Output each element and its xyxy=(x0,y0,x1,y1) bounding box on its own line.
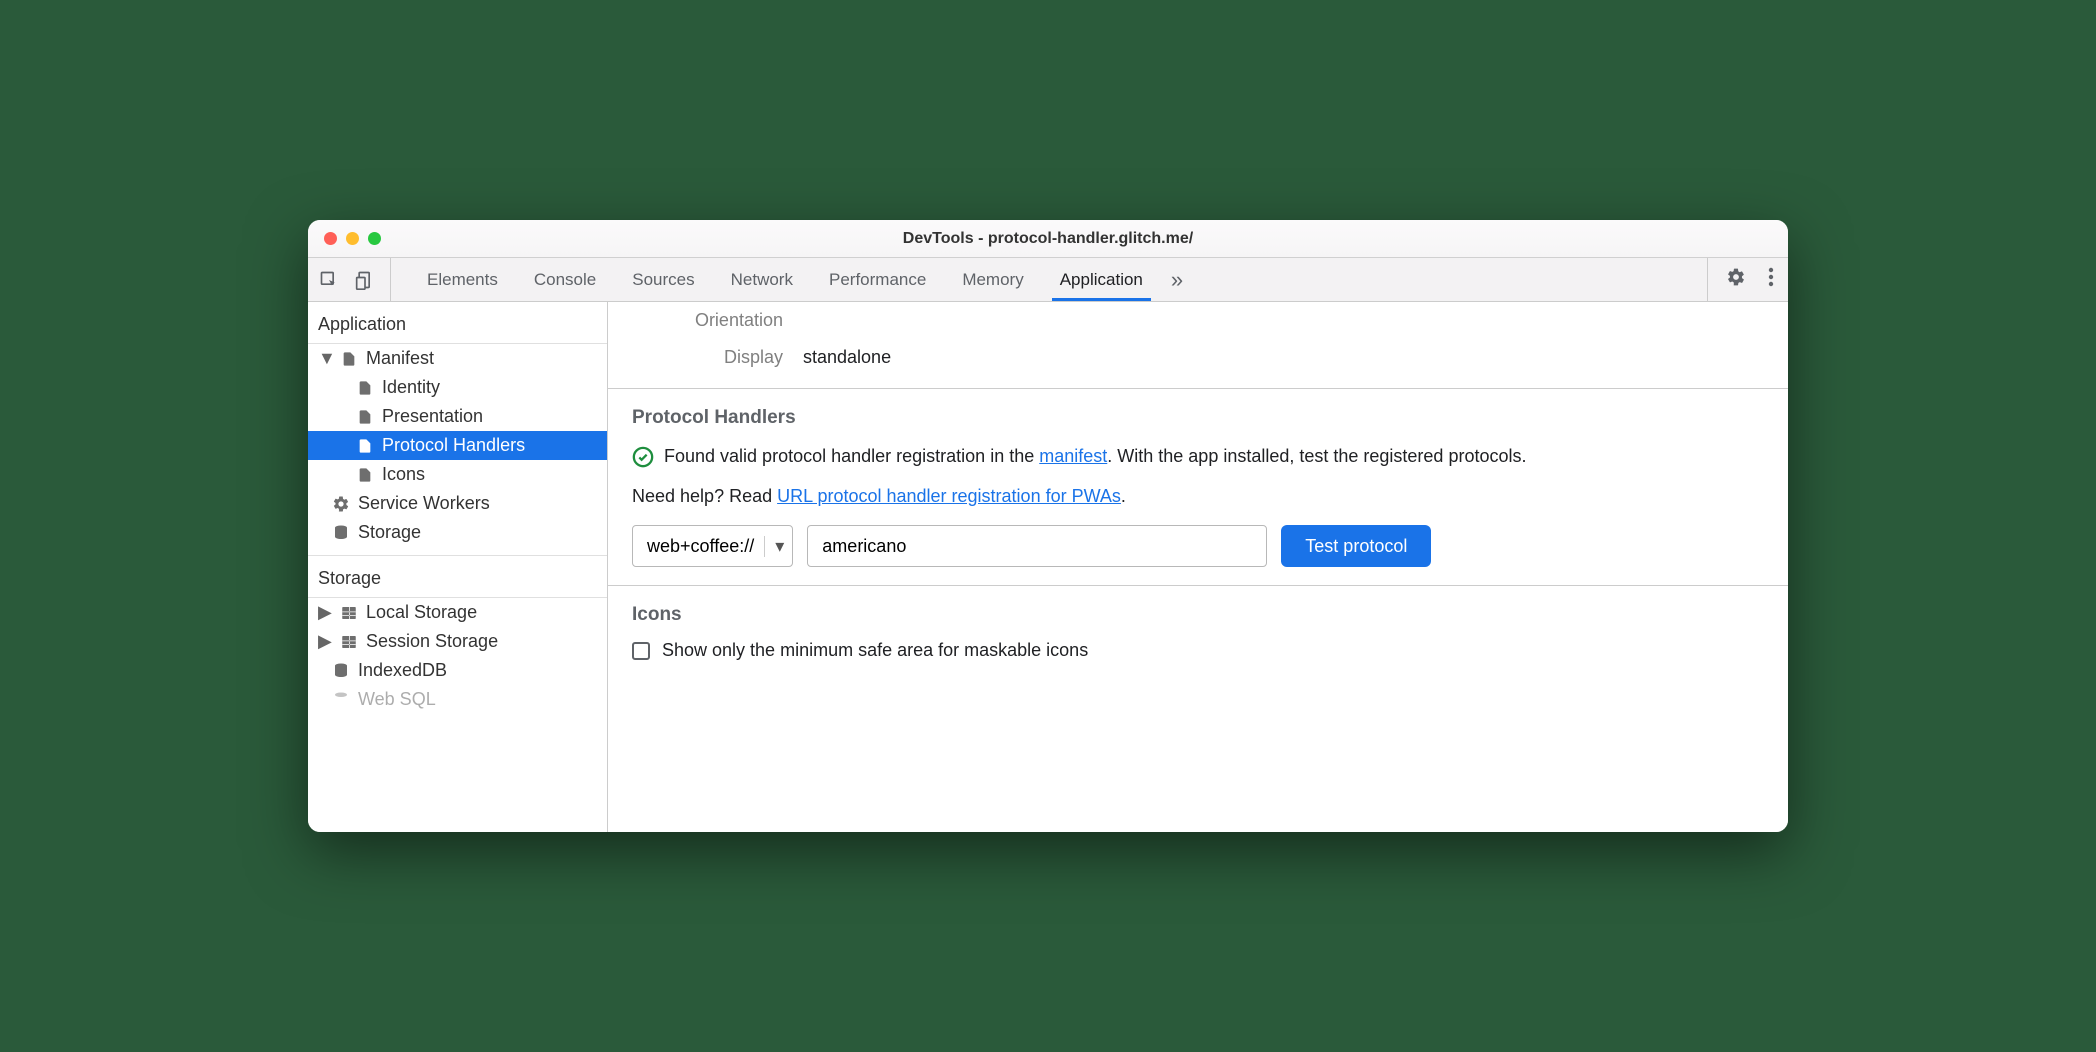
devtools-window: DevTools - protocol-handler.glitch.me/ E… xyxy=(308,220,1788,832)
traffic-lights xyxy=(308,232,381,245)
chevron-right-icon: ▶ xyxy=(318,636,330,648)
sidebar-item-local-storage[interactable]: ▶ Local Storage xyxy=(308,598,607,627)
sidebar-item-web-sql[interactable]: Web SQL xyxy=(308,685,607,714)
sidebar-section-application: Application xyxy=(308,302,607,344)
tab-network[interactable]: Network xyxy=(713,258,811,301)
sidebar-item-label: Service Workers xyxy=(358,493,490,514)
tab-console[interactable]: Console xyxy=(516,258,614,301)
chevron-right-icon: ▶ xyxy=(318,607,330,619)
protocol-path-input[interactable] xyxy=(807,525,1267,567)
main-panel: Orientation Display standalone Protocol … xyxy=(608,302,1788,832)
tabs-overflow-icon[interactable]: » xyxy=(1161,267,1193,293)
file-icon xyxy=(356,437,374,455)
window-title: DevTools - protocol-handler.glitch.me/ xyxy=(308,230,1788,248)
application-sidebar: Application ▼ Manifest Identity Presenta… xyxy=(308,302,608,832)
inspect-element-icon[interactable] xyxy=(318,269,340,291)
device-toolbar-icon[interactable] xyxy=(354,269,376,291)
table-icon xyxy=(340,604,358,622)
file-icon xyxy=(340,350,358,368)
dropdown-value: web+coffee:// xyxy=(647,536,754,557)
close-button[interactable] xyxy=(324,232,337,245)
sidebar-item-indexeddb[interactable]: IndexedDB xyxy=(308,656,607,685)
sidebar-item-label: Web SQL xyxy=(358,689,436,710)
sidebar-item-label: Storage xyxy=(358,522,421,543)
section-protocol-handlers: Protocol Handlers Found valid protocol h… xyxy=(608,388,1788,585)
check-circle-icon xyxy=(632,446,654,476)
sidebar-section-storage: Storage xyxy=(308,555,607,598)
help-text: Need help? Read URL protocol handler reg… xyxy=(632,486,1764,507)
tab-performance[interactable]: Performance xyxy=(811,258,944,301)
tab-elements[interactable]: Elements xyxy=(409,258,516,301)
sidebar-item-label: Protocol Handlers xyxy=(382,435,525,456)
maskable-checkbox-row[interactable]: Show only the minimum safe area for mask… xyxy=(632,640,1764,661)
sidebar-item-icons[interactable]: Icons xyxy=(308,460,607,489)
sidebar-item-identity[interactable]: Identity xyxy=(308,373,607,402)
devtools-toolbar: Elements Console Sources Network Perform… xyxy=(308,258,1788,302)
tab-application[interactable]: Application xyxy=(1042,258,1161,301)
sidebar-item-label: Presentation xyxy=(382,406,483,427)
sidebar-item-label: IndexedDB xyxy=(358,660,447,681)
sidebar-item-label: Icons xyxy=(382,464,425,485)
status-message: Found valid protocol handler registratio… xyxy=(632,443,1764,476)
sidebar-item-service-workers[interactable]: Service Workers xyxy=(308,489,607,518)
help-link[interactable]: URL protocol handler registration for PW… xyxy=(777,486,1121,506)
file-icon xyxy=(356,408,374,426)
sidebar-item-label: Identity xyxy=(382,377,440,398)
gear-icon xyxy=(332,495,350,513)
status-text: Found valid protocol handler registratio… xyxy=(664,443,1527,470)
field-display: Display standalone xyxy=(608,339,1788,388)
sidebar-item-manifest[interactable]: ▼ Manifest xyxy=(308,344,607,373)
chevron-down-icon: ▾ xyxy=(764,536,784,557)
database-icon xyxy=(332,662,350,680)
database-icon xyxy=(332,691,350,709)
file-icon xyxy=(356,466,374,484)
kebab-menu-icon[interactable] xyxy=(1764,263,1778,296)
protocol-test-row: web+coffee:// ▾ Test protocol xyxy=(632,525,1764,567)
sidebar-item-storage[interactable]: Storage xyxy=(308,518,607,547)
field-orientation: Orientation xyxy=(608,302,1788,339)
sidebar-item-label: Local Storage xyxy=(366,602,477,623)
sidebar-item-protocol-handlers[interactable]: Protocol Handlers xyxy=(308,431,607,460)
test-protocol-button[interactable]: Test protocol xyxy=(1281,525,1431,567)
sidebar-item-label: Session Storage xyxy=(366,631,498,652)
minimize-button[interactable] xyxy=(346,232,359,245)
table-icon xyxy=(340,633,358,651)
display-value: standalone xyxy=(803,347,891,368)
section-icons: Icons Show only the minimum safe area fo… xyxy=(608,585,1788,679)
file-icon xyxy=(356,379,374,397)
tab-memory[interactable]: Memory xyxy=(944,258,1041,301)
titlebar: DevTools - protocol-handler.glitch.me/ xyxy=(308,220,1788,258)
sidebar-item-presentation[interactable]: Presentation xyxy=(308,402,607,431)
sidebar-item-label: Manifest xyxy=(366,348,434,369)
toolbar-left-icons xyxy=(318,258,391,301)
section-title: Icons xyxy=(632,604,1764,626)
content-area: Application ▼ Manifest Identity Presenta… xyxy=(308,302,1788,832)
sidebar-item-session-storage[interactable]: ▶ Session Storage xyxy=(308,627,607,656)
orientation-label: Orientation xyxy=(628,310,783,331)
settings-icon[interactable] xyxy=(1722,263,1750,296)
section-title: Protocol Handlers xyxy=(632,407,1764,429)
display-label: Display xyxy=(628,347,783,368)
manifest-link[interactable]: manifest xyxy=(1039,446,1107,466)
chevron-down-icon: ▼ xyxy=(318,353,330,365)
tab-sources[interactable]: Sources xyxy=(614,258,712,301)
checkbox-label: Show only the minimum safe area for mask… xyxy=(662,640,1088,661)
checkbox-icon[interactable] xyxy=(632,642,650,660)
maximize-button[interactable] xyxy=(368,232,381,245)
protocol-scheme-dropdown[interactable]: web+coffee:// ▾ xyxy=(632,525,793,567)
database-icon xyxy=(332,524,350,542)
toolbar-right xyxy=(1707,258,1778,301)
devtools-tabs: Elements Console Sources Network Perform… xyxy=(391,258,1707,301)
